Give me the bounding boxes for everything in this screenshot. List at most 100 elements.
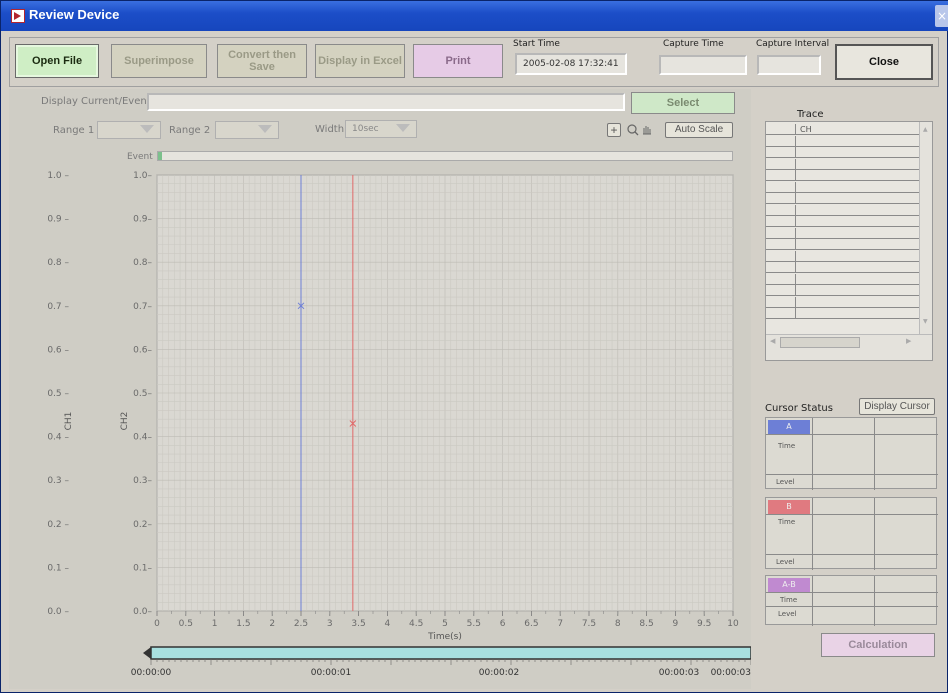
timeline-slider-bar[interactable]: [150, 646, 751, 660]
scroll-left-icon[interactable]: ◀: [770, 337, 775, 345]
scroll-down-icon[interactable]: ▼: [923, 318, 928, 325]
trace-row[interactable]: [766, 216, 920, 227]
trace-row[interactable]: [766, 181, 920, 193]
display-in-excel-button[interactable]: Display in Excel: [315, 44, 405, 78]
x-tick-label: 0.5: [179, 619, 193, 629]
trace-row[interactable]: [766, 193, 920, 204]
x-tick-label: 10: [727, 619, 739, 629]
cursor-a-chip: A: [768, 420, 810, 434]
trace-row[interactable]: [766, 262, 920, 273]
x-tick-label: 9: [673, 619, 679, 629]
x-tick-label: 4: [385, 619, 391, 629]
timeline-tick-label: 00:00:03: [659, 668, 699, 678]
print-button[interactable]: Print: [413, 44, 503, 78]
trace-row-index-cell: [766, 227, 796, 239]
waveform-chart[interactable]: 0.0 – 0.0– 0.1 – 0.1– 0.2 – 0.2– 0.3 – 0.3– 0.4 …: [9, 89, 751, 689]
x-tick-label: 1.5: [236, 619, 250, 629]
ch2-y-tick-label: 0.9–: [133, 215, 152, 225]
window-title: Review Device: [29, 7, 120, 22]
scroll-up-icon[interactable]: ▲: [923, 126, 928, 133]
divider: [812, 576, 813, 626]
capture-time-label: Capture Time: [663, 39, 724, 49]
trace-row-index-cell: [766, 170, 796, 181]
divider: [766, 592, 938, 593]
scroll-thumb[interactable]: [780, 337, 860, 348]
divider: [766, 474, 938, 475]
trace-row-index-cell: [766, 124, 796, 135]
start-time-field: 2005-02-08 17:32:41: [515, 53, 627, 75]
trace-row-index-cell: [766, 239, 796, 250]
ch1-y-tick-label: 0.3 –: [47, 476, 69, 486]
trace-row[interactable]: [766, 250, 920, 262]
trace-row-index-cell: [766, 285, 796, 296]
timeline-left-arrow-icon[interactable]: [143, 647, 151, 659]
title-bar: Review Device ×: [1, 1, 948, 31]
ch1-y-tick-label: 0.7 –: [47, 302, 69, 312]
capture-interval-label: Capture Interval: [756, 39, 830, 49]
x-tick-label: 4.5: [409, 619, 423, 629]
divider: [874, 576, 875, 626]
x-axis-label: Time(s): [427, 632, 462, 642]
x-tick-label: 6.5: [524, 619, 538, 629]
ch1-y-tick-label: 0.5 –: [47, 389, 69, 399]
divider: [766, 554, 938, 555]
trace-horizontal-scrollbar[interactable]: ◀ ▶: [766, 334, 932, 360]
trace-row-index-cell: [766, 250, 796, 262]
x-tick-label: 2.5: [294, 619, 308, 629]
trace-row[interactable]: [766, 227, 920, 239]
trace-row[interactable]: [766, 158, 920, 170]
display-cursor-button[interactable]: Display Cursor: [859, 398, 935, 415]
close-button[interactable]: Close: [835, 44, 933, 80]
trace-row[interactable]: [766, 147, 920, 158]
ch1-y-tick-label: 0.8 –: [47, 258, 69, 268]
ch1-y-tick-label: 0.2 –: [47, 520, 69, 530]
x-tick-label: 5.5: [467, 619, 481, 629]
cursor-b-status-box: B Time Level: [765, 497, 938, 570]
x-tick-label: 3: [327, 619, 333, 629]
superimpose-button[interactable]: Superimpose: [111, 44, 207, 78]
divider: [766, 606, 938, 607]
x-tick-label: 9.5: [697, 619, 711, 629]
cursor-a-status-box: A Time Level: [765, 417, 938, 490]
x-tick-label: 3.5: [351, 619, 365, 629]
ch2-y-tick-label: 1.0–: [133, 171, 152, 181]
capture-time-field: [659, 55, 747, 75]
trace-row[interactable]: [766, 204, 920, 216]
trace-row-index-cell: [766, 135, 796, 147]
trace-row[interactable]: [766, 296, 920, 308]
calculation-button[interactable]: Calculation: [821, 633, 935, 657]
ch2-y-tick-label: 0.0–: [133, 607, 152, 617]
x-tick-label: 0: [154, 619, 160, 629]
trace-row[interactable]: [766, 135, 920, 147]
trace-row-name: CH: [800, 125, 812, 134]
graph-panel: Display Current/Event Select Range 1 Ran…: [9, 89, 751, 689]
trace-row[interactable]: [766, 285, 920, 296]
cursor-status-label: Cursor Status: [765, 403, 833, 414]
capture-interval-field: [757, 55, 821, 75]
ch1-y-tick-label: 0.6 –: [47, 345, 69, 355]
window-close-icon[interactable]: ×: [935, 5, 948, 27]
open-file-button[interactable]: Open File: [15, 44, 99, 78]
trace-row-index-cell: [766, 204, 796, 216]
timeline-tick-label: 00:00:02: [479, 668, 519, 678]
trace-row-index-cell: [766, 147, 796, 158]
trace-row[interactable]: CH: [766, 124, 920, 135]
cursor-ab-level-label: Level: [778, 610, 797, 618]
ch1-y-tick-label: 0.4 –: [47, 433, 69, 443]
trace-row[interactable]: [766, 273, 920, 285]
trace-row-index-cell: [766, 181, 796, 193]
scroll-right-icon[interactable]: ▶: [906, 337, 911, 345]
trace-table[interactable]: CH ▲ ▼ ◀ ▶: [765, 121, 933, 361]
trace-row-index-cell: [766, 262, 796, 273]
trace-vertical-scrollbar[interactable]: ▲ ▼: [919, 122, 932, 335]
trace-row[interactable]: [766, 239, 920, 250]
ch1-y-tick-label: 0.0 –: [47, 607, 69, 617]
ch2-y-tick-label: 0.2–: [133, 520, 152, 530]
ch1-axis-label: CH1: [64, 412, 74, 431]
trace-row[interactable]: [766, 308, 920, 319]
cursor-ab-time-label: Time: [780, 596, 798, 604]
trace-row[interactable]: [766, 170, 920, 181]
divider: [874, 498, 875, 570]
ch1-y-tick-label: 0.1 –: [47, 563, 69, 573]
convert-then-save-button[interactable]: Convert then Save: [217, 44, 307, 78]
